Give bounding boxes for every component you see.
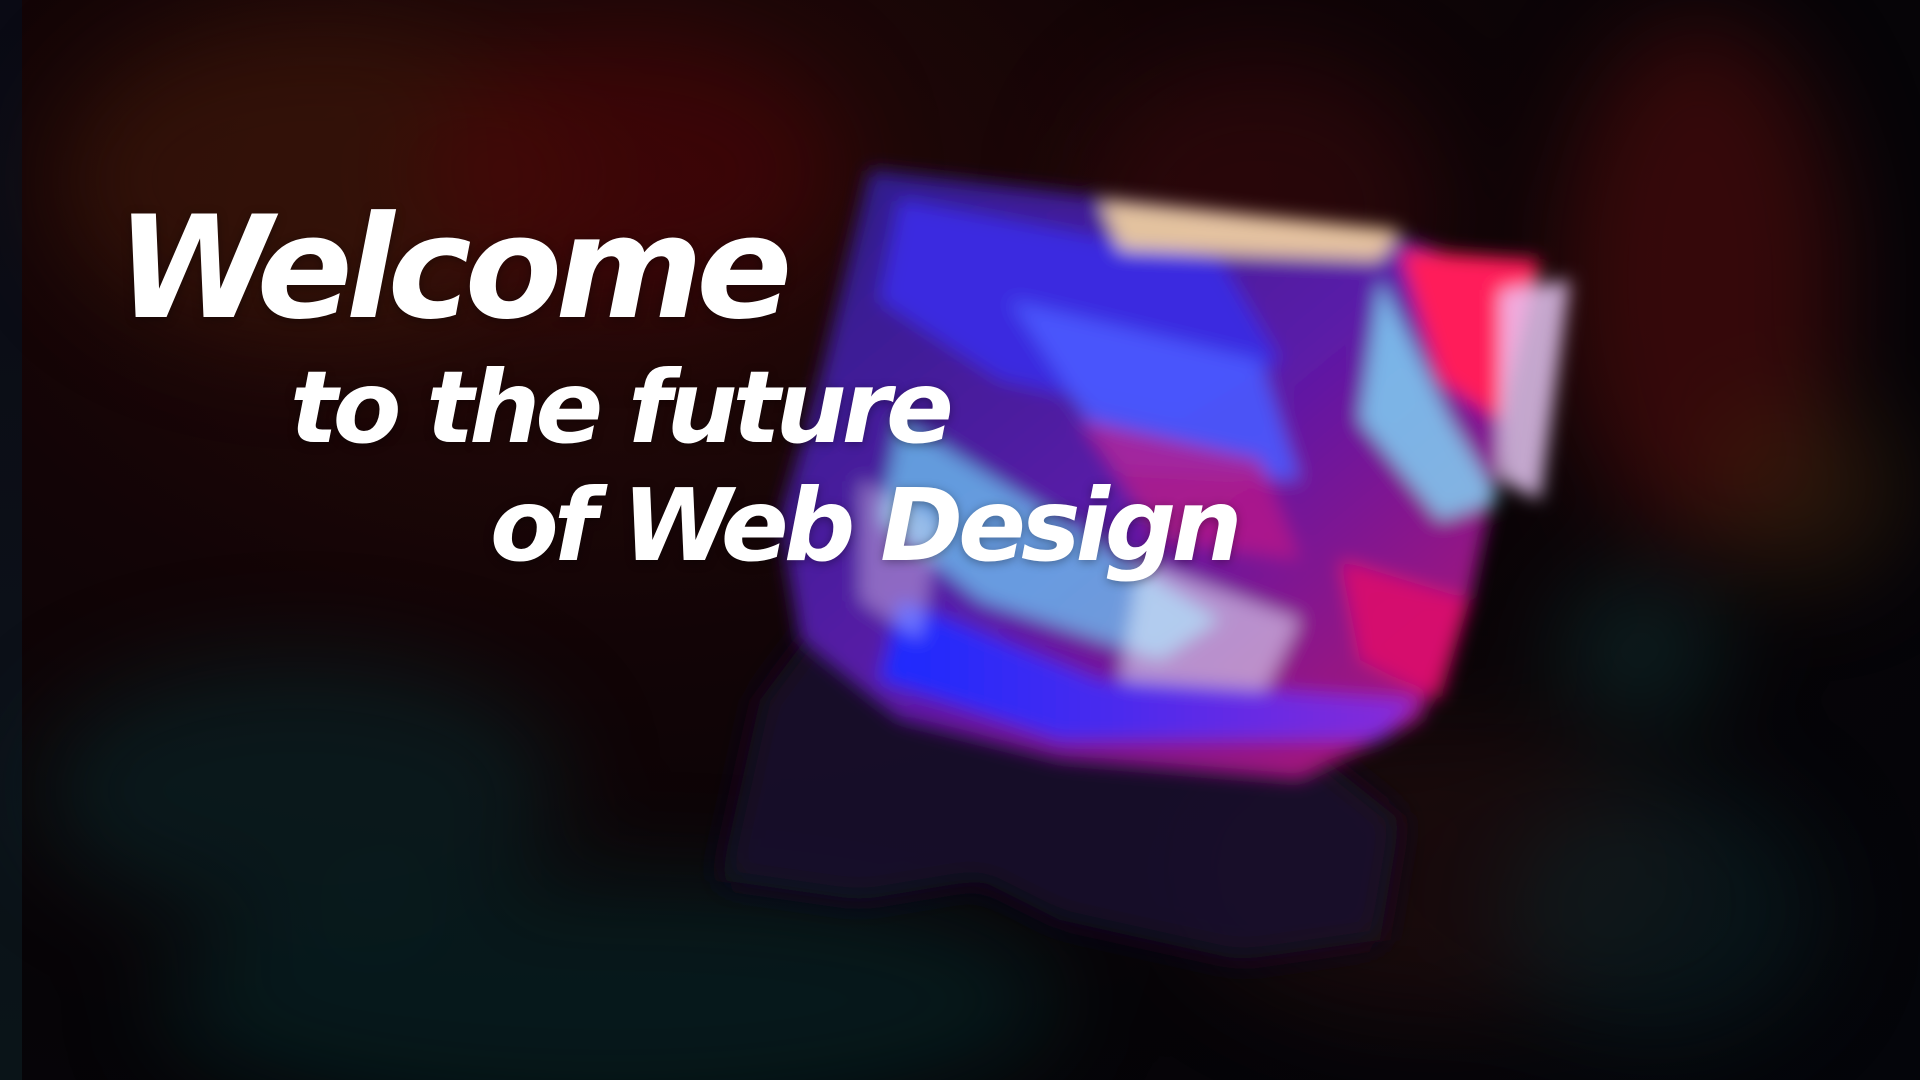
- headline-line-future: to the future: [290, 349, 954, 466]
- hero-headline: Welcome to the future of Web Design: [0, 0, 1920, 1080]
- headline-line-web-design: of Web Design: [490, 467, 1243, 584]
- hero-screen: Welcome to the future of Web Design: [0, 0, 1920, 1080]
- headline-line-welcome: Welcome: [116, 186, 793, 351]
